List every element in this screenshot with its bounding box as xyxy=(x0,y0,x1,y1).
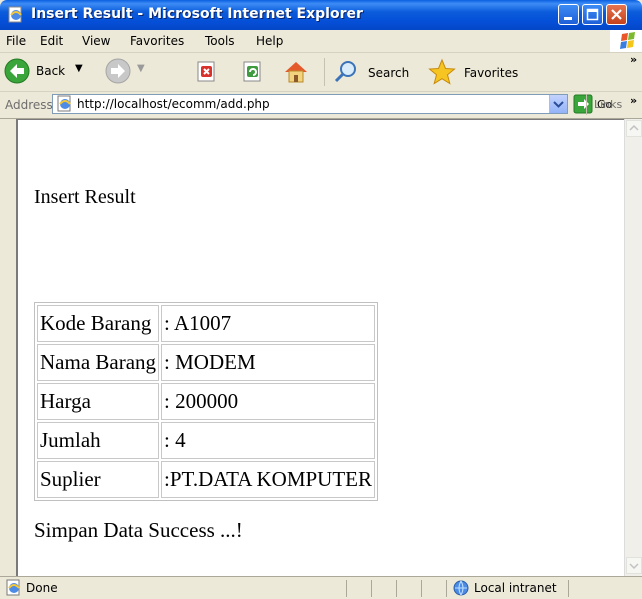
window-title: Insert Result - Microsoft Internet Explo… xyxy=(31,6,363,22)
favorites-label: Favorites xyxy=(464,66,519,80)
status-bar: Done Local intranet xyxy=(0,576,642,599)
favorites-button[interactable]: Favorites xyxy=(428,57,528,87)
menu-help[interactable]: Help xyxy=(256,34,283,48)
url-input[interactable] xyxy=(77,95,537,113)
chevron-up-icon xyxy=(629,124,639,131)
refresh-icon xyxy=(243,61,261,82)
menu-favorites[interactable]: Favorites xyxy=(130,34,184,48)
go-arrow-icon xyxy=(573,94,593,114)
scroll-up-button[interactable] xyxy=(626,120,642,137)
favorites-star-icon xyxy=(428,58,456,85)
field-value: : MODEM xyxy=(161,344,375,381)
stop-icon xyxy=(197,61,215,82)
stop-button[interactable] xyxy=(196,61,218,83)
table-row: Harga : 200000 xyxy=(37,383,375,420)
minimize-icon xyxy=(564,17,572,20)
browser-window: Insert Result - Microsoft Internet Explo… xyxy=(0,0,642,599)
address-label: Address xyxy=(5,98,53,112)
field-label: Nama Barang xyxy=(37,344,160,381)
result-table: Kode Barang : A1007 Nama Barang : MODEM … xyxy=(34,302,378,501)
maximize-button[interactable] xyxy=(582,4,603,25)
menu-view[interactable]: View xyxy=(82,34,110,48)
field-label: Suplier xyxy=(37,461,160,498)
table-row: Kode Barang : A1007 xyxy=(37,305,375,342)
minimize-button[interactable] xyxy=(558,4,579,25)
field-value: :PT.DATA KOMPUTER xyxy=(161,461,375,498)
title-bar[interactable]: Insert Result - Microsoft Internet Explo… xyxy=(0,0,642,30)
table-row: Nama Barang : MODEM xyxy=(37,344,375,381)
success-message: Simpan Data Success ...! xyxy=(34,518,243,542)
windows-flag-icon xyxy=(620,32,635,49)
chevron-down-icon xyxy=(629,563,639,570)
table-row: Suplier :PT.DATA KOMPUTER xyxy=(37,461,375,498)
search-icon xyxy=(334,61,356,83)
back-arrow-icon xyxy=(4,58,30,84)
menu-edit[interactable]: Edit xyxy=(40,34,63,48)
address-dropdown-button[interactable] xyxy=(549,95,567,113)
links-chevron-icon[interactable]: » xyxy=(630,94,637,107)
table-row: Jumlah : 4 xyxy=(37,422,375,459)
forward-dropdown-icon[interactable]: ▼ xyxy=(137,63,145,74)
zone-label: Local intranet xyxy=(474,581,557,595)
status-separator xyxy=(568,580,569,597)
address-field[interactable] xyxy=(52,94,568,114)
toolbar-overflow-chevron-icon[interactable]: » xyxy=(630,53,637,66)
status-text: Done xyxy=(26,581,58,595)
field-label: Jumlah xyxy=(37,422,160,459)
local-intranet-icon xyxy=(453,580,469,596)
field-label: Kode Barang xyxy=(37,305,160,342)
maximize-icon xyxy=(586,8,599,21)
vertical-scrollbar[interactable] xyxy=(624,119,642,576)
address-bar: Address Go Links » xyxy=(0,92,642,119)
close-icon xyxy=(611,9,622,20)
windows-logo xyxy=(610,30,642,52)
page-globe-icon xyxy=(57,95,71,112)
links-label[interactable]: Links xyxy=(594,98,622,111)
ie-page-icon xyxy=(8,6,22,23)
field-value: : 200000 xyxy=(161,383,375,420)
field-value: : 4 xyxy=(161,422,375,459)
menu-file[interactable]: File xyxy=(6,34,26,48)
page-viewport: Insert Result Kode Barang : A1007 Nama B… xyxy=(16,119,624,576)
field-value: : A1007 xyxy=(161,305,375,342)
status-separator xyxy=(396,580,397,597)
back-button[interactable]: Back ▼ xyxy=(2,56,100,86)
page-title: Insert Result xyxy=(34,186,136,208)
field-label: Harga xyxy=(37,383,160,420)
status-separator xyxy=(371,580,372,597)
address-separator xyxy=(586,94,587,115)
forward-button[interactable]: ▼ xyxy=(103,56,153,86)
back-dropdown-icon[interactable]: ▼ xyxy=(75,63,83,74)
home-icon xyxy=(285,62,307,83)
toolbar-separator xyxy=(324,58,325,86)
back-label: Back xyxy=(36,64,66,78)
scroll-down-button[interactable] xyxy=(626,557,642,574)
status-separator xyxy=(421,580,422,597)
search-label: Search xyxy=(368,66,410,80)
page-done-icon xyxy=(6,579,20,596)
standard-toolbar: Back ▼ ▼ Search Favorites » xyxy=(0,53,642,92)
chevron-down-icon xyxy=(553,101,564,108)
menu-tools[interactable]: Tools xyxy=(205,34,235,48)
close-button[interactable] xyxy=(606,4,627,25)
search-button[interactable]: Search xyxy=(332,57,420,87)
home-button[interactable] xyxy=(282,58,310,86)
status-separator xyxy=(346,580,347,597)
forward-arrow-icon xyxy=(105,58,131,84)
refresh-button[interactable] xyxy=(242,61,264,83)
menu-bar: File Edit View Favorites Tools Help xyxy=(0,30,642,53)
status-separator xyxy=(446,580,447,597)
